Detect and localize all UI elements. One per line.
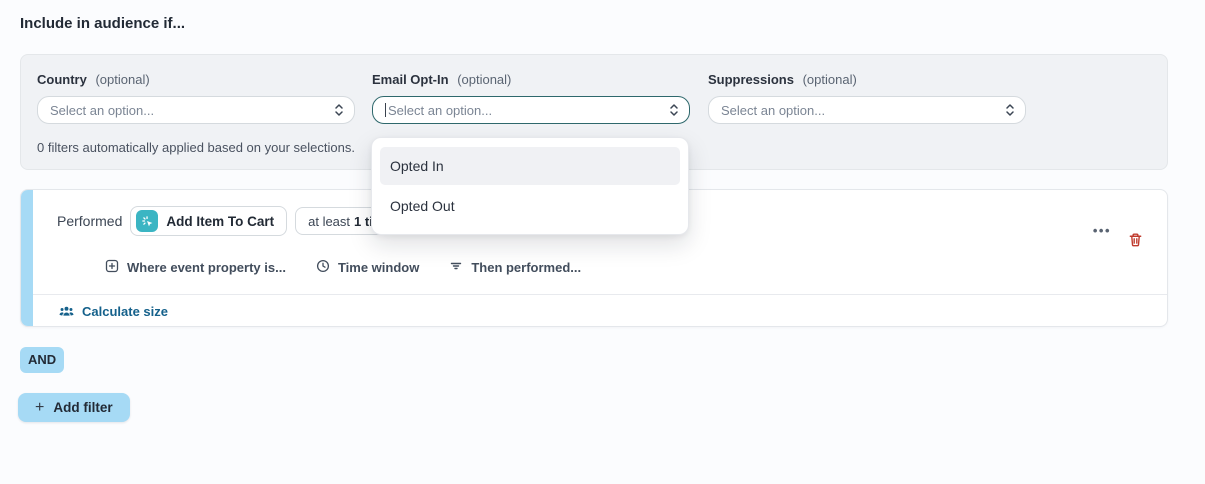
suppressions-select[interactable]: Select an option... <box>708 96 1026 124</box>
email-optin-label-text: Email Opt-In <box>372 72 449 87</box>
country-field: Country (optional) Select an option... <box>37 72 355 124</box>
more-options-button[interactable]: ••• <box>1093 223 1111 238</box>
chevron-updown-icon <box>334 102 344 118</box>
audience-builder-screen: Include in audience if... Country (optio… <box>0 0 1205 484</box>
country-select[interactable]: Select an option... <box>37 96 355 124</box>
auto-filters-note: 0 filters automatically applied based on… <box>37 140 355 155</box>
dropdown-option-opted-in[interactable]: Opted In <box>380 147 680 185</box>
country-optional-tag: (optional) <box>95 72 149 87</box>
suppressions-label: Suppressions (optional) <box>708 72 1026 87</box>
email-optin-dropdown-menu: Opted In Opted Out <box>371 137 689 235</box>
delete-filter-button[interactable] <box>1128 232 1143 248</box>
then-performed-button[interactable]: Then performed... <box>449 259 581 276</box>
performed-label: Performed <box>57 213 122 229</box>
email-optin-label: Email Opt-In (optional) <box>372 72 690 87</box>
add-filter-button[interactable]: + Add filter <box>18 393 130 422</box>
email-optin-select[interactable]: Select an option... <box>372 96 690 124</box>
chevron-updown-icon <box>1005 102 1015 118</box>
audience-icon <box>59 305 74 318</box>
email-optin-field: Email Opt-In (optional) Select an option… <box>372 72 690 124</box>
calculate-size-label: Calculate size <box>82 304 168 319</box>
cursor-click-icon <box>136 210 158 232</box>
suppressions-select-placeholder: Select an option... <box>721 103 997 118</box>
suppressions-label-text: Suppressions <box>708 72 794 87</box>
filter-condition-row: Performed Add Item To Cart at least <box>57 206 397 236</box>
where-event-property-label: Where event property is... <box>127 260 286 275</box>
where-event-property-button[interactable]: Where event property is... <box>105 259 286 276</box>
country-label: Country (optional) <box>37 72 355 87</box>
add-filter-label: Add filter <box>53 400 112 415</box>
trash-icon <box>1128 236 1143 251</box>
time-window-button[interactable]: Time window <box>316 259 419 276</box>
then-performed-label: Then performed... <box>471 260 581 275</box>
filter-refinement-row: Where event property is... Time window <box>105 254 581 280</box>
suppressions-optional-tag: (optional) <box>803 72 857 87</box>
filter-lines-icon <box>449 259 463 276</box>
page-title: Include in audience if... <box>20 15 185 32</box>
email-optin-optional-tag: (optional) <box>457 72 511 87</box>
dropdown-option-opted-out[interactable]: Opted Out <box>380 187 680 225</box>
suppressions-field: Suppressions (optional) Select an option… <box>708 72 1026 124</box>
event-button-label: Add Item To Cart <box>166 214 274 229</box>
plus-icon: + <box>35 400 44 416</box>
text-cursor <box>385 103 386 117</box>
country-select-placeholder: Select an option... <box>50 103 326 118</box>
email-optin-select-placeholder: Select an option... <box>388 103 661 118</box>
country-label-text: Country <box>37 72 87 87</box>
time-window-label: Time window <box>338 260 419 275</box>
chevron-updown-icon <box>669 102 679 118</box>
and-combinator-badge[interactable]: AND <box>20 347 64 373</box>
event-select-button[interactable]: Add Item To Cart <box>130 206 287 236</box>
count-prefix: at least <box>308 214 350 229</box>
card-divider <box>33 294 1167 295</box>
calculate-size-row: Calculate size <box>59 295 168 327</box>
calculate-size-button[interactable]: Calculate size <box>59 304 168 319</box>
plus-square-icon <box>105 259 119 276</box>
filter-accent-bar <box>21 190 33 326</box>
clock-icon <box>316 259 330 276</box>
